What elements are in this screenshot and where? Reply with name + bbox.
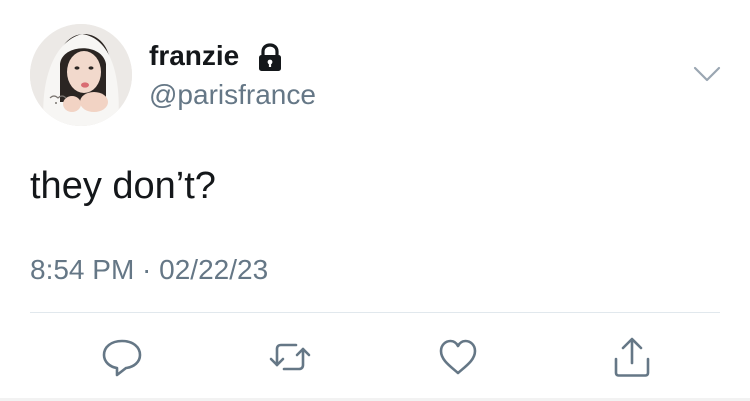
reply-button[interactable]	[100, 335, 144, 379]
like-icon	[439, 339, 477, 375]
avatar[interactable]	[30, 24, 132, 126]
retweet-button[interactable]	[268, 335, 312, 379]
display-name[interactable]: franzie	[149, 40, 239, 72]
tweet-text: they don’t?	[30, 165, 216, 207]
chevron-down-icon[interactable]	[692, 62, 722, 86]
handle[interactable]: @parisfrance	[149, 79, 316, 111]
divider	[30, 312, 720, 313]
like-button[interactable]	[436, 335, 480, 379]
share-button[interactable]	[610, 335, 654, 379]
reply-icon	[102, 339, 142, 377]
share-icon	[614, 337, 650, 377]
retweet-icon	[269, 343, 311, 371]
lock-icon	[259, 43, 281, 71]
action-bar	[0, 335, 750, 379]
timestamp[interactable]: 8:54 PM · 02/22/23	[30, 254, 268, 286]
avatar-image	[30, 24, 132, 126]
